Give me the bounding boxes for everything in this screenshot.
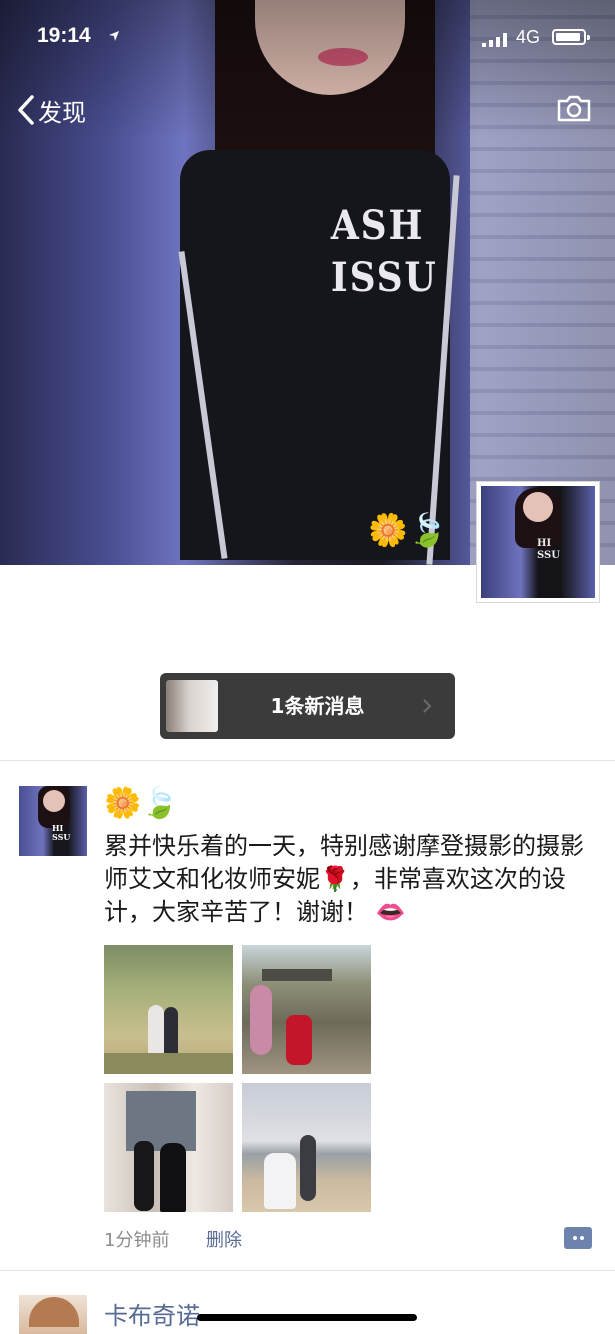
signal-icon [482,33,507,47]
new-message-notification[interactable]: 1条新消息 [160,673,455,739]
post-photo-4[interactable] [242,1083,371,1212]
next-post-author[interactable]: 卡布奇诺 [104,1296,200,1331]
camera-icon[interactable] [556,93,592,123]
next-post-avatar[interactable] [19,1295,87,1334]
post-emojis: 🌼🍃 [104,786,179,821]
chevron-left-icon [18,95,34,125]
profile-avatar-image: HI SSU [481,486,595,598]
profile-avatar[interactable]: HI SSU [476,481,600,603]
cover-shirt-text: ASH ISSU [330,202,438,301]
back-button[interactable]: 发现 [16,92,86,128]
divider [0,760,615,761]
home-indicator [197,1314,417,1321]
notification-label: 1条新消息 [270,694,365,718]
battery-icon [552,29,590,45]
post-timestamp: 1分钟前 [104,1230,170,1251]
cover-top-shade [0,0,615,140]
cover-emojis: 🌼🍃 [368,511,448,549]
post-photo-1[interactable] [104,945,233,1074]
delete-link[interactable]: 删除 [206,1226,242,1252]
chevron-right-icon [423,699,432,713]
notification-avatar [166,680,218,732]
comment-icon[interactable] [564,1227,592,1249]
location-arrow-icon [109,31,119,41]
post-text: 累并快乐着的一天，特别感谢摩登摄影的摄影师艾文和化妆师安妮🌹，非常喜欢这次的设计… [104,832,584,926]
post-author-avatar[interactable]: HI SSU [19,786,87,856]
network-type: 4G [516,27,541,47]
status-time: 19:14 [37,24,91,47]
divider [0,1270,615,1271]
post-photo-2[interactable] [242,945,371,1074]
post-photo-3[interactable] [104,1083,233,1212]
back-label: 发现 [38,98,86,127]
